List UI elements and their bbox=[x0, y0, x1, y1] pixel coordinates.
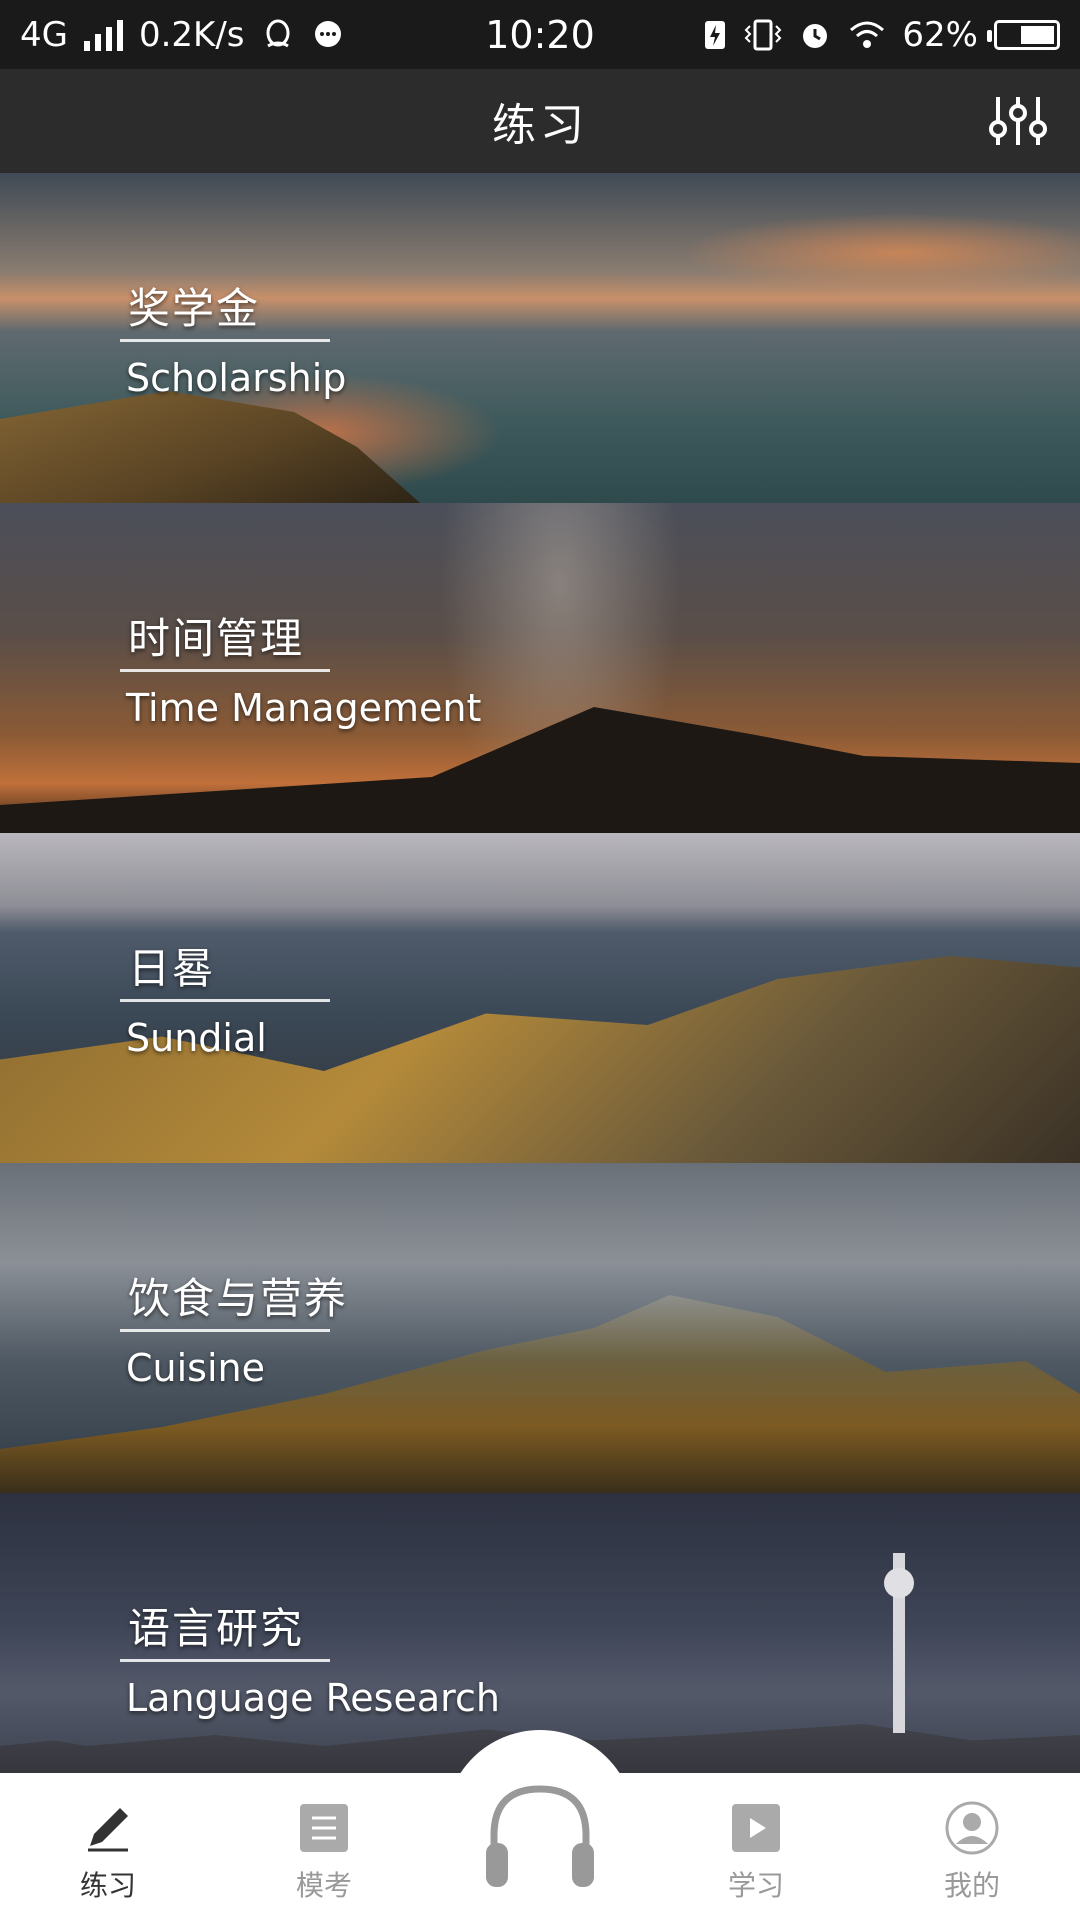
card-title-cn: 奖学金 bbox=[128, 284, 261, 333]
headphones-icon bbox=[486, 1785, 594, 1887]
alarm-icon bbox=[803, 23, 828, 48]
card-image bbox=[0, 173, 1080, 503]
status-right: 62% bbox=[702, 15, 1060, 55]
card-title-cn: 语言研究 bbox=[128, 1604, 305, 1653]
network-type: 4G bbox=[20, 14, 68, 55]
tab-mock-exam[interactable]: 模考 bbox=[216, 1800, 432, 1920]
card-title-cn: 时间管理 bbox=[128, 614, 305, 663]
card-title-en: Scholarship bbox=[126, 356, 347, 400]
play-icon bbox=[732, 1804, 780, 1852]
tab-practice[interactable]: 练习 bbox=[0, 1800, 216, 1920]
card-divider bbox=[120, 1329, 330, 1332]
card-title-en: Language Research bbox=[126, 1676, 500, 1720]
card-title-en: Time Management bbox=[126, 686, 482, 730]
screen: 4G 0.2K/s 10:20 62% 练习 奖学金 Scholarship 时… bbox=[0, 0, 1080, 1920]
battery-level bbox=[1020, 25, 1054, 44]
card-divider bbox=[120, 669, 330, 672]
card-scholarship[interactable]: 奖学金 Scholarship bbox=[0, 173, 1080, 503]
status-bar: 4G 0.2K/s 10:20 62% bbox=[0, 0, 1080, 69]
filter-settings-icon[interactable] bbox=[988, 93, 1048, 149]
card-divider bbox=[120, 999, 330, 1002]
qq-icon bbox=[266, 19, 290, 47]
vibrate-icon bbox=[745, 19, 782, 50]
card-divider bbox=[120, 1659, 330, 1662]
battery-percent: 62% bbox=[902, 14, 978, 55]
tab-label: 学习 bbox=[727, 1869, 784, 1902]
document-icon bbox=[300, 1804, 348, 1852]
page-title: 练习 bbox=[492, 100, 588, 151]
tab-study[interactable]: 学习 bbox=[648, 1800, 864, 1920]
card-image bbox=[0, 833, 1080, 1163]
tab-profile[interactable]: 我的 bbox=[864, 1800, 1080, 1920]
card-divider bbox=[120, 339, 330, 342]
signal-icon bbox=[83, 19, 123, 51]
pencil-icon bbox=[88, 1808, 128, 1852]
message-icon bbox=[314, 20, 341, 47]
tab-label: 我的 bbox=[943, 1869, 1000, 1902]
card-cuisine[interactable]: 饮食与营养 Cuisine bbox=[0, 1163, 1080, 1493]
status-left: 4G 0.2K/s bbox=[20, 15, 345, 55]
header: 练习 bbox=[0, 69, 1080, 173]
card-image bbox=[0, 1163, 1080, 1493]
card-title-cn: 饮食与营养 bbox=[128, 1274, 349, 1323]
clock: 10:20 bbox=[485, 12, 595, 57]
tab-label: 模考 bbox=[295, 1869, 352, 1902]
listening-button[interactable] bbox=[445, 1730, 635, 1920]
card-sundial[interactable]: 日晷 Sundial bbox=[0, 833, 1080, 1163]
wifi-icon bbox=[850, 21, 885, 48]
tab-label: 练习 bbox=[79, 1869, 136, 1902]
card-title-en: Cuisine bbox=[126, 1346, 265, 1390]
card-title-en: Sundial bbox=[126, 1016, 267, 1060]
card-time-management[interactable]: 时间管理 Time Management bbox=[0, 503, 1080, 833]
battery-saver-icon bbox=[705, 20, 726, 49]
profile-icon bbox=[945, 1801, 999, 1855]
card-title-cn: 日晷 bbox=[128, 944, 217, 993]
card-image bbox=[0, 503, 1080, 833]
battery-icon bbox=[987, 19, 1060, 50]
network-speed: 0.2K/s bbox=[138, 14, 245, 55]
